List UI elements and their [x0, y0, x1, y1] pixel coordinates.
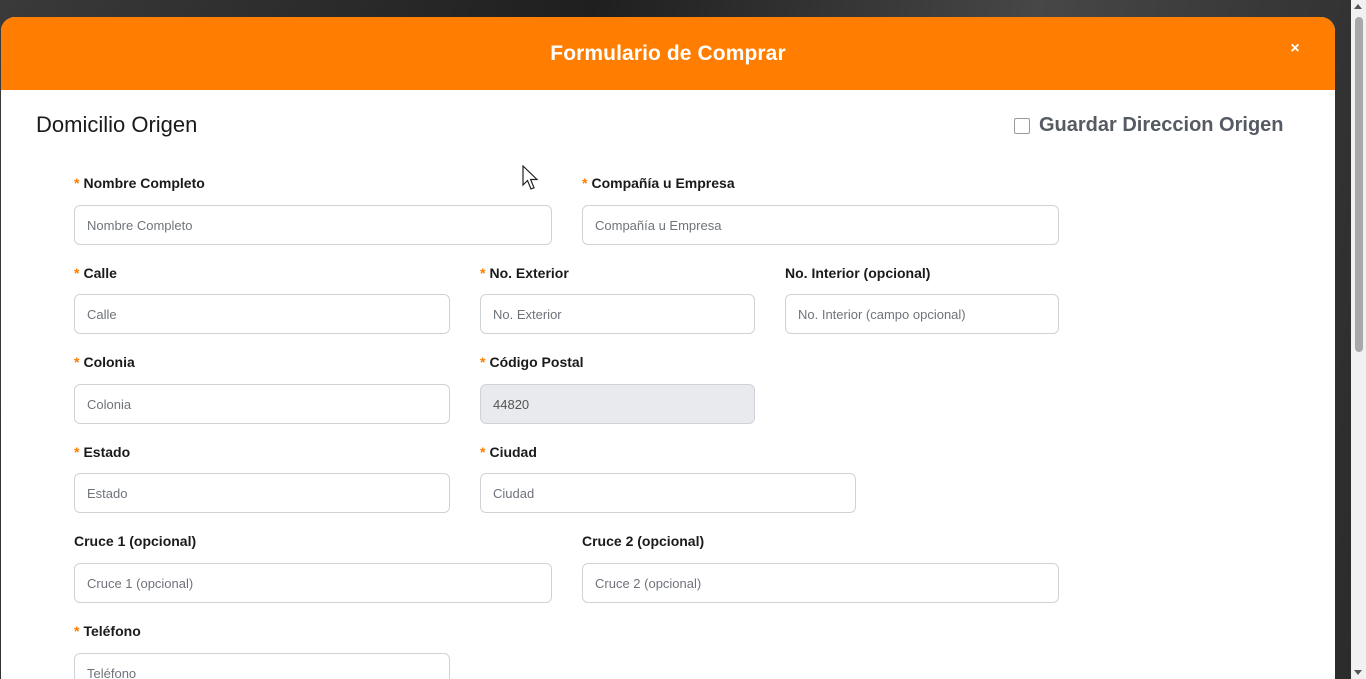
colonia-input[interactable] [74, 384, 450, 424]
modal-header: Formulario de Comprar × [1, 17, 1335, 90]
required-mark: * [74, 444, 80, 460]
label-cruce1: Cruce 1 (opcional) [74, 533, 197, 549]
required-mark: * [582, 175, 588, 191]
label-ciudad: * Ciudad [480, 444, 537, 460]
section-title: Domicilio Origen [36, 112, 198, 137]
required-mark: * [74, 623, 80, 639]
nombre-input[interactable] [74, 205, 552, 245]
required-mark: * [74, 265, 80, 281]
required-mark: * [480, 444, 486, 460]
required-mark: * [74, 175, 80, 191]
label-nombre: * Nombre Completo [74, 175, 205, 191]
calle-input[interactable] [74, 294, 450, 334]
cp-input [480, 384, 755, 424]
required-mark: * [480, 354, 486, 370]
telefono-input[interactable] [74, 653, 450, 679]
label-calle: * Calle [74, 265, 117, 281]
scroll-down-icon[interactable] [1354, 670, 1362, 675]
exterior-input[interactable] [480, 294, 755, 334]
modal-title: Formulario de Comprar [550, 41, 786, 65]
interior-input[interactable] [785, 294, 1059, 334]
save-origin-label: Guardar Direccion Origen [1039, 114, 1284, 136]
label-cruce2: Cruce 2 (opcional) [582, 533, 705, 549]
label-interior: No. Interior (opcional) [785, 265, 931, 281]
estado-input[interactable] [74, 473, 450, 513]
close-icon[interactable]: × [1285, 39, 1305, 59]
label-estado: * Estado [74, 444, 131, 460]
label-cp: * Código Postal [480, 354, 584, 370]
scroll-thumb[interactable] [1355, 17, 1363, 352]
scroll-up-icon[interactable] [1354, 4, 1362, 9]
checkbox-icon[interactable] [1014, 117, 1030, 134]
label-telefono: * Teléfono [74, 623, 141, 639]
label-colonia: * Colonia [74, 354, 135, 370]
cruce2-input[interactable] [582, 563, 1059, 603]
cruce1-input[interactable] [74, 563, 552, 603]
mouse-cursor-icon [522, 165, 539, 190]
page-scrollbar[interactable] [1351, 0, 1366, 679]
required-mark: * [480, 265, 486, 281]
empresa-input[interactable] [582, 205, 1059, 245]
save-origin-checkbox[interactable]: Guardar Direccion Origen [1014, 114, 1284, 137]
label-empresa: * Compañía u Empresa [582, 175, 735, 191]
label-exterior: * No. Exterior [480, 265, 569, 281]
required-mark: * [74, 354, 80, 370]
ciudad-input[interactable] [480, 473, 856, 513]
